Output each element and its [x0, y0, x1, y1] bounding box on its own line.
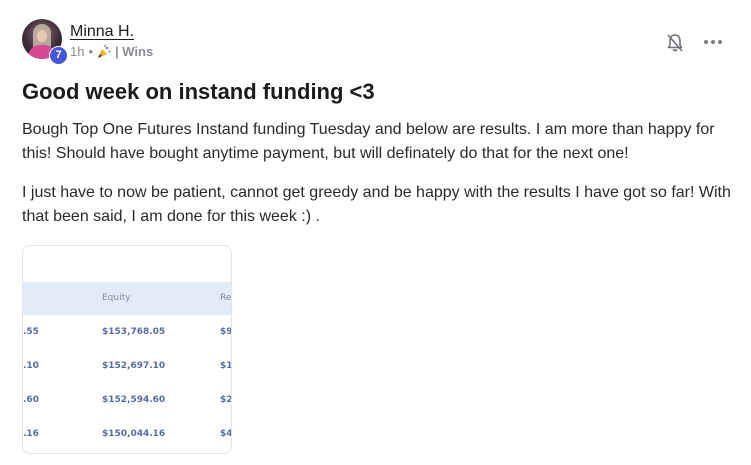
post-time[interactable]: 1h: [70, 44, 84, 60]
post-meta: Minna H. 1h • | Wins: [70, 19, 153, 60]
attached-image[interactable]: Equity Re .55 $153,768.05 $9 .10 $152,69…: [22, 245, 232, 454]
table-cell: $2: [220, 395, 232, 405]
table-cell: $9: [220, 327, 232, 337]
table-cell: $152,697.10: [102, 361, 166, 371]
post-subline: 1h • | Wins: [70, 44, 153, 60]
post-paragraph-2: I just have to now be patient, cannot ge…: [22, 184, 731, 225]
table-cell: $150,044.16: [102, 429, 166, 439]
more-options-button[interactable]: [704, 37, 724, 47]
table-cell: .60: [23, 395, 39, 405]
avatar[interactable]: 7: [22, 19, 68, 65]
post-paragraph-1: Bough Top One Futures Instand funding Tu…: [22, 121, 715, 162]
table-cell: .16: [23, 429, 39, 439]
meta-separator: •: [88, 44, 94, 59]
table-cell: $152,594.60: [102, 395, 166, 405]
dot: [718, 40, 722, 44]
post-category-link[interactable]: | Wins: [115, 44, 153, 60]
table-cell: .10: [23, 361, 39, 371]
table-cell: $1(: [220, 361, 232, 371]
dot: [704, 40, 708, 44]
table-cell: $4: [220, 429, 232, 439]
table-cell: $153,768.05: [102, 327, 166, 337]
dot: [711, 40, 715, 44]
level-badge: 7: [49, 46, 68, 65]
table-cell: .55: [23, 327, 39, 337]
party-popper-icon: [98, 45, 111, 58]
bell-off-icon[interactable]: [664, 32, 686, 54]
post-title: Good week on instand funding <3: [22, 79, 375, 104]
table-header-re: Re: [220, 293, 232, 303]
table-header-equity: Equity: [102, 293, 131, 303]
post-header: 7 Minna H. 1h • | Wins: [22, 19, 153, 65]
author-name-link[interactable]: Minna H.: [70, 22, 153, 42]
